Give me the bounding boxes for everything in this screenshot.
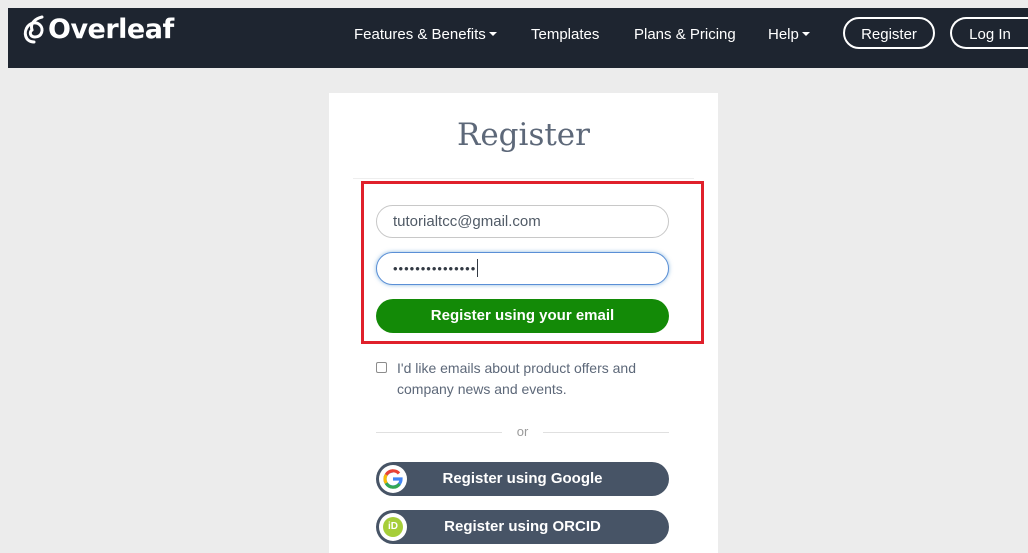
page-title: Register — [457, 117, 590, 153]
password-field[interactable]: ••••••••••••••• — [376, 252, 669, 285]
nav-help[interactable]: Help — [768, 8, 810, 62]
email-value: tutorialtcc@gmail.com — [393, 213, 541, 230]
nav-register-button[interactable]: Register — [843, 17, 935, 49]
caret-down-icon — [488, 32, 497, 36]
nav-templates-label: Templates — [531, 26, 600, 43]
register-orcid-button[interactable]: iD Register using ORCID — [376, 510, 669, 544]
password-value: ••••••••••••••• — [393, 261, 477, 276]
register-email-button[interactable]: Register using your email — [376, 299, 669, 333]
register-google-label: Register using Google — [442, 470, 603, 487]
title-divider — [353, 178, 694, 179]
marketing-consent-checkbox[interactable] — [376, 362, 387, 373]
google-icon — [379, 465, 407, 493]
register-email-label: Register using your email — [430, 307, 615, 324]
nav-features[interactable]: Features & Benefits — [354, 8, 497, 62]
orcid-icon: iD — [379, 513, 407, 541]
or-label: or — [516, 424, 529, 439]
nav-register-label: Register — [861, 26, 917, 43]
nav-login-label: Log In — [969, 26, 1011, 43]
nav-login-button[interactable]: Log In — [950, 17, 1028, 49]
register-orcid-label: Register using ORCID — [444, 518, 601, 535]
nav-templates[interactable]: Templates — [531, 8, 599, 62]
email-field[interactable]: tutorialtcc@gmail.com — [376, 205, 669, 238]
or-separator: or — [376, 424, 669, 442]
logo-text: Overleaf — [48, 14, 174, 45]
overleaf-leaf-icon — [23, 15, 44, 43]
orcid-icon-text: iD — [383, 517, 403, 537]
overleaf-logo[interactable]: Overleaf — [20, 14, 174, 45]
google-g-glyph — [383, 469, 403, 489]
consent-label[interactable]: I'd like emails about product offers and… — [397, 358, 667, 400]
nav-help-label: Help — [768, 26, 799, 43]
nav-plans-pricing[interactable]: Plans & Pricing — [634, 8, 736, 62]
register-google-button[interactable]: Register using Google — [376, 462, 669, 496]
nav-plans-label: Plans & Pricing — [634, 26, 736, 43]
nav-features-label: Features & Benefits — [354, 26, 486, 43]
caret-down-icon — [801, 32, 810, 36]
text-cursor — [477, 259, 479, 277]
top-navbar: Overleaf Features & Benefits Templates P… — [8, 8, 1028, 68]
